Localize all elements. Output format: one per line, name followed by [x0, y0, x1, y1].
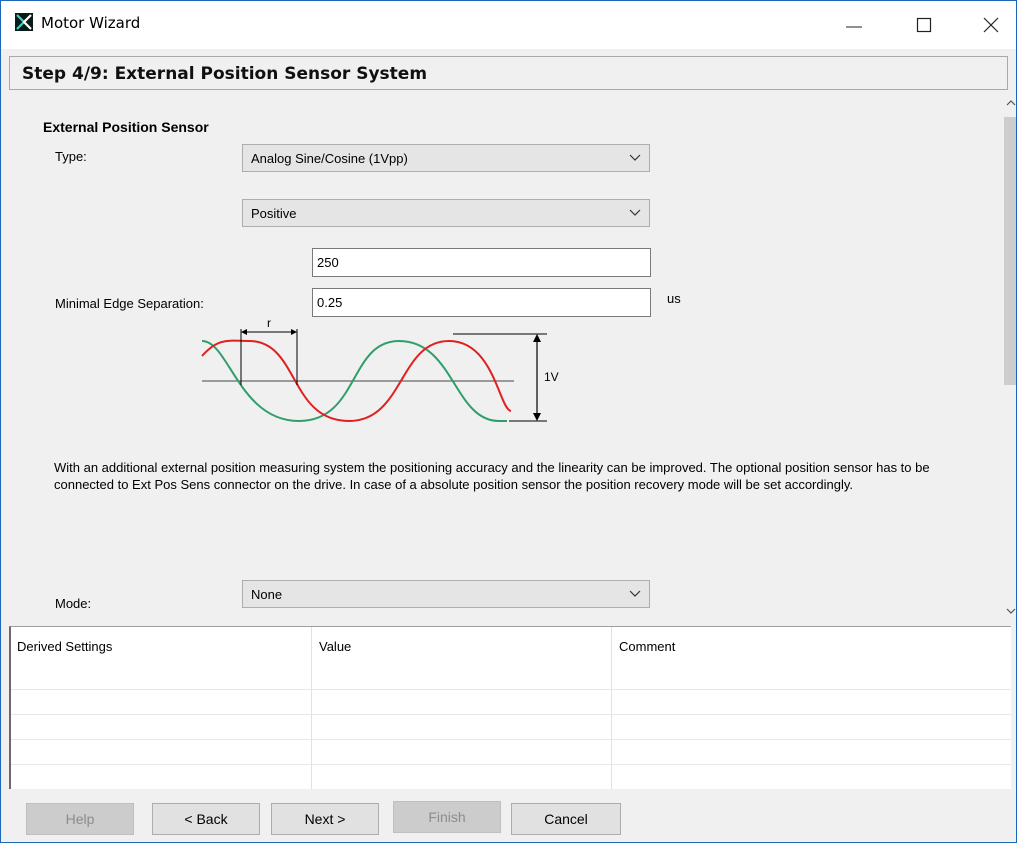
scroll-down-icon[interactable]	[1005, 605, 1017, 617]
description-text: With an additional external position mea…	[54, 460, 930, 492]
close-button[interactable]	[968, 7, 1014, 43]
close-icon	[983, 17, 999, 33]
maximize-icon	[916, 17, 932, 33]
back-button[interactable]: < Back	[152, 803, 260, 835]
scrollbar-thumb[interactable]	[1004, 117, 1016, 385]
r-arrowhead-right	[291, 329, 297, 335]
title-bar: Motor Wizard	[1, 1, 1016, 49]
column-header-value: Value	[319, 639, 352, 654]
resolution-input-value: 250	[317, 255, 339, 270]
settings-panel: External Position Sensor Type: Analog Si…	[9, 91, 1016, 623]
amplitude-arrowhead-top	[533, 334, 541, 342]
button-bar: Help < Back Next > Finish Cancel	[1, 789, 1016, 842]
row-divider	[11, 739, 1011, 740]
derived-settings-table[interactable]: Derived Settings Value Comment	[9, 626, 1011, 789]
mode-select[interactable]: None	[242, 580, 650, 608]
resolution-input[interactable]: 250	[312, 248, 651, 277]
edge-separation-unit: us	[667, 291, 681, 306]
edge-separation-input[interactable]: 0.25	[312, 288, 651, 317]
chevron-down-icon	[629, 209, 641, 216]
r-arrowhead-left	[241, 329, 247, 335]
help-button[interactable]: Help	[26, 803, 134, 835]
maximize-button[interactable]	[901, 7, 947, 43]
minimize-button[interactable]	[831, 7, 877, 43]
mode-label: Mode:	[55, 596, 92, 611]
row-divider	[11, 764, 1011, 765]
minimize-icon	[846, 26, 862, 28]
mode-select-value: None	[251, 587, 283, 602]
polarity-select-value: Positive	[251, 206, 297, 221]
row-divider	[11, 714, 1011, 715]
vertical-scrollbar[interactable]	[1003, 91, 1017, 623]
window-title: Motor Wizard	[41, 14, 141, 32]
section-title: External Position Sensor	[43, 119, 209, 135]
amplitude-arrowhead-bottom	[533, 413, 541, 421]
column-header-derived-settings: Derived Settings	[17, 639, 113, 654]
edge-separation-label: Minimal Edge Separation:	[55, 296, 204, 311]
cancel-button[interactable]: Cancel	[511, 803, 621, 835]
edge-separation-input-value: 0.25	[317, 295, 343, 310]
r-label: r	[267, 319, 271, 330]
type-label: Type:	[55, 149, 87, 164]
scroll-up-icon[interactable]	[1005, 97, 1017, 109]
polarity-select[interactable]: Positive	[242, 199, 650, 227]
motor-wizard-window: Motor Wizard Step 4/9: External Position…	[0, 0, 1017, 843]
column-header-comment: Comment	[619, 639, 676, 654]
amplitude-label: 1V	[544, 370, 559, 384]
chevron-down-icon	[629, 590, 641, 597]
step-title: Step 4/9: External Position Sensor Syste…	[22, 64, 428, 84]
finish-button[interactable]: Finish	[393, 801, 501, 833]
type-select-value: Analog Sine/Cosine (1Vpp)	[251, 151, 408, 166]
next-button[interactable]: Next >	[271, 803, 379, 835]
step-header: Step 4/9: External Position Sensor Syste…	[9, 56, 1008, 90]
chevron-down-icon	[629, 154, 641, 161]
row-divider	[11, 689, 1011, 690]
app-icon	[15, 13, 33, 31]
sine-cosine-diagram: r 1V	[201, 319, 559, 423]
type-select[interactable]: Analog Sine/Cosine (1Vpp)	[242, 144, 650, 172]
